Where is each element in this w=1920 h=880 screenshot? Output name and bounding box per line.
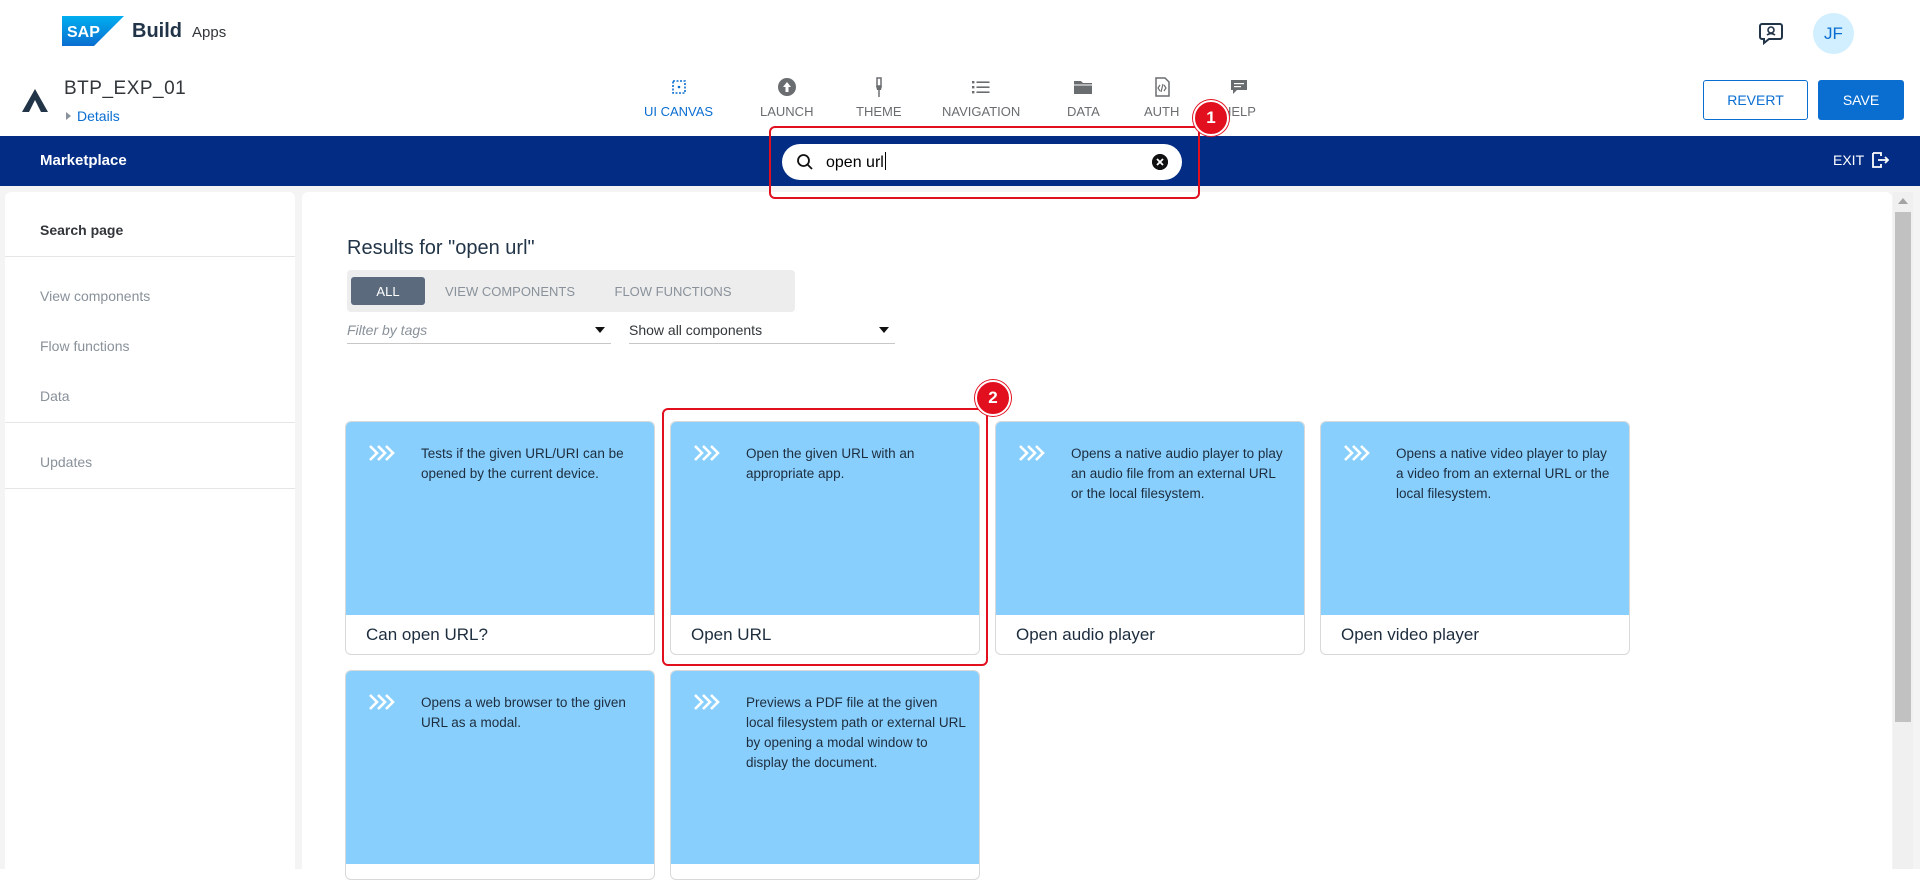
results-area: Results for "open url" ALL VIEW COMPONEN… <box>300 186 1920 880</box>
components-select-value: Show all components <box>629 321 763 338</box>
details-label: Details <box>77 108 120 124</box>
app-name: BTP_EXP_01 <box>64 78 187 99</box>
annotation-highlight-search <box>769 126 1200 199</box>
sidebar-item-search-page[interactable]: Search page <box>40 222 123 238</box>
exit-label: EXIT <box>1833 152 1865 168</box>
sidebar-panel: Search page View components Flow functio… <box>5 192 295 875</box>
tab-label: NAVIGATION <box>942 104 1021 119</box>
filter-flow-functions-button[interactable]: FLOW FUNCTIONS <box>593 277 753 305</box>
scrollbar-thumb[interactable] <box>1895 212 1911 722</box>
tab-auth[interactable]: AUTH <box>1144 76 1179 119</box>
flow-function-icon <box>1019 445 1045 461</box>
tab-label: AUTH <box>1144 104 1180 119</box>
sidebar-divider <box>5 256 295 257</box>
card-description: Previews a PDF file at the given local f… <box>746 695 966 770</box>
filter-all-button[interactable]: ALL <box>351 277 425 305</box>
tab-data[interactable]: DATA <box>1067 76 1100 119</box>
folder-icon <box>1074 81 1093 94</box>
canvas-icon <box>671 80 686 94</box>
dropdown-arrow-icon <box>595 327 605 333</box>
tab-label: LAUNCH <box>760 104 814 119</box>
document-code-icon <box>1154 77 1170 97</box>
save-button[interactable]: SAVE <box>1818 80 1904 120</box>
tab-label: THEME <box>856 104 902 119</box>
brush-icon <box>875 77 882 97</box>
sidebar-divider <box>5 422 295 423</box>
card-description: Opens a native video player to play a vi… <box>1396 446 1610 501</box>
card-description: Opens a native audio player to play an a… <box>1071 446 1283 501</box>
feedback-icon[interactable] <box>1758 20 1784 46</box>
components-select[interactable]: Show all components <box>629 316 895 344</box>
sap-logo: SAP <box>62 16 124 46</box>
sidebar-item-flow-functions[interactable]: Flow functions <box>40 338 129 354</box>
dropdown-arrow-icon <box>879 327 889 333</box>
subproduct-name: Apps <box>192 24 227 41</box>
tags-filter-dropdown[interactable]: Filter by tags <box>347 316 611 344</box>
exit-button[interactable]: EXIT <box>1833 152 1890 168</box>
results-panel: Results for "open url" ALL VIEW COMPONEN… <box>302 192 1892 880</box>
list-icon <box>972 81 990 94</box>
exit-icon <box>1872 152 1890 168</box>
user-avatar[interactable]: JF <box>1813 13 1854 54</box>
product-name: Build <box>132 20 182 42</box>
chat-bubble-icon <box>1230 80 1247 94</box>
component-card[interactable]: Tests if the given URL/URI can be opened… <box>345 421 655 655</box>
svg-text:SAP: SAP <box>67 24 100 41</box>
sidebar-divider <box>5 488 295 489</box>
card-title: Open video player <box>1341 625 1479 644</box>
component-card[interactable]: Opens a web browser to the given URL as … <box>345 670 655 880</box>
annotation-highlight-open-url-card <box>662 408 988 666</box>
sidebar-item-updates[interactable]: Updates <box>40 454 92 470</box>
component-card[interactable]: Opens a native video player to play a vi… <box>1320 421 1630 655</box>
result-type-filter: ALL VIEW COMPONENTS FLOW FUNCTIONS <box>347 270 795 312</box>
launch-icon <box>777 78 796 96</box>
flow-function-icon <box>1344 445 1370 461</box>
revert-button[interactable]: REVERT <box>1703 80 1808 120</box>
flow-function-icon <box>694 694 720 710</box>
component-card[interactable]: Previews a PDF file at the given local f… <box>670 670 980 880</box>
details-link[interactable]: Details <box>66 108 120 124</box>
card-description: Opens a web browser to the given URL as … <box>421 695 626 730</box>
sidebar-item-data[interactable]: Data <box>40 388 70 404</box>
results-title: Results for "open url" <box>347 237 535 259</box>
component-card[interactable]: Opens a native audio player to play an a… <box>995 421 1305 655</box>
annotation-badge: 1 <box>1193 100 1229 136</box>
tags-filter-placeholder: Filter by tags <box>347 321 428 338</box>
card-title: Can open URL? <box>366 625 488 644</box>
tab-ui-canvas[interactable]: UI CANVAS <box>644 76 713 119</box>
annotation-badge: 2 <box>975 380 1011 416</box>
marketplace-title: Marketplace <box>40 152 127 169</box>
tab-label: DATA <box>1067 104 1100 119</box>
top-header: SAP Build Apps JF <box>0 0 1920 66</box>
sidebar-item-view-components[interactable]: View components <box>40 288 150 304</box>
tab-label: UI CANVAS <box>644 104 714 119</box>
scroll-up-arrow-icon[interactable] <box>1898 198 1908 204</box>
card-title: Open audio player <box>1016 625 1155 644</box>
tab-navigation[interactable]: NAVIGATION <box>942 76 1020 119</box>
marketplace-sidebar: Search page View components Flow functio… <box>0 186 300 875</box>
flow-function-icon <box>369 445 395 461</box>
tab-theme[interactable]: THEME <box>856 76 902 119</box>
filter-view-components-button[interactable]: VIEW COMPONENTS <box>435 277 585 305</box>
app-logo-icon <box>22 89 48 112</box>
tab-launch[interactable]: LAUNCH <box>760 76 813 119</box>
flow-function-icon <box>369 694 395 710</box>
card-description: Tests if the given URL/URI can be opened… <box>421 446 624 481</box>
caret-right-icon <box>66 112 71 120</box>
